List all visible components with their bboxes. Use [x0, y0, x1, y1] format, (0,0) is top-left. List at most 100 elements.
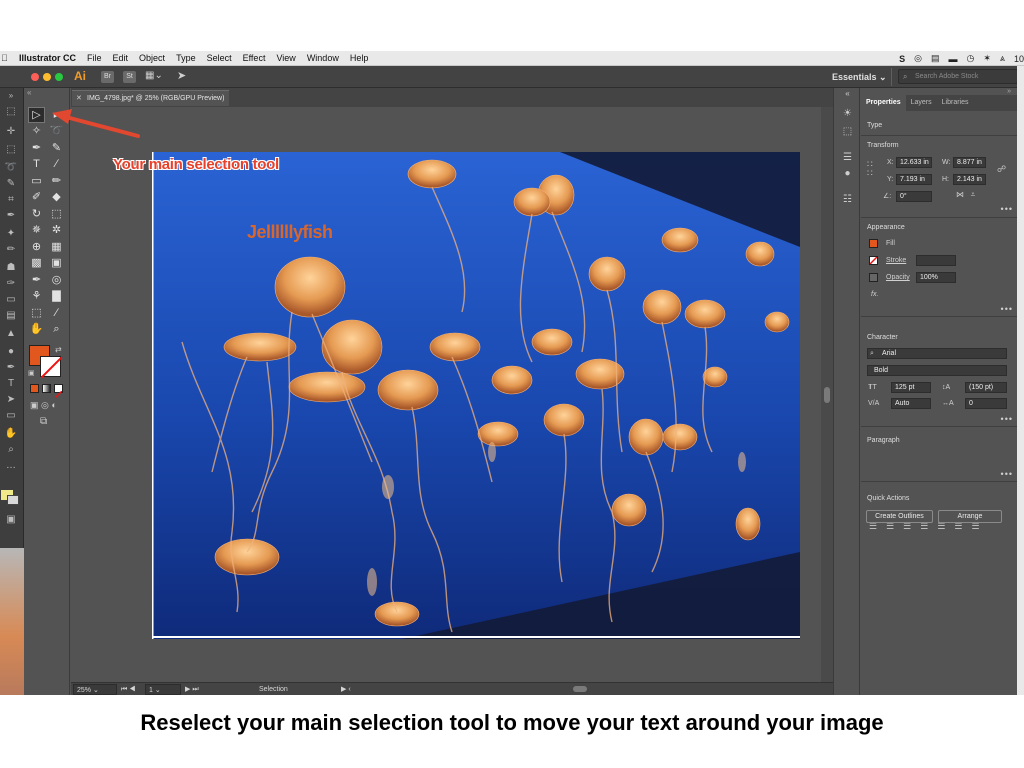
mesh-tool-icon[interactable]: ▩: [29, 256, 44, 270]
blur-icon[interactable]: ▲: [4, 328, 18, 340]
stock-search-input[interactable]: ⌕ Search Adobe Stock: [898, 69, 1018, 84]
zoom-window-icon[interactable]: [55, 73, 63, 81]
character-more-options-icon[interactable]: •••: [1001, 414, 1013, 424]
shape-builder-tool-icon[interactable]: ⊕: [29, 240, 44, 254]
slice-tool-icon[interactable]: ∕: [49, 306, 64, 320]
app-menu-name[interactable]: Illustrator CC: [19, 53, 76, 63]
opacity-field[interactable]: 100%: [916, 272, 956, 283]
lasso-icon[interactable]: ➰: [4, 162, 18, 174]
brush-icon[interactable]: ✎: [4, 178, 18, 190]
text-icon[interactable]: T: [4, 378, 18, 390]
selection-tool-icon[interactable]: ▷: [28, 107, 45, 123]
scroll-thumb[interactable]: [824, 387, 830, 403]
zoom-tool-icon[interactable]: ⌕: [49, 322, 64, 336]
gradient-tool-icon[interactable]: ▣: [49, 256, 64, 270]
collapse-icon[interactable]: »: [4, 90, 18, 102]
curvature-tool-icon[interactable]: ✎: [49, 141, 64, 155]
color-mode-button[interactable]: [30, 384, 39, 393]
time-machine-icon[interactable]: ◷: [967, 53, 975, 64]
wifi-icon[interactable]: ⩓: [1000, 53, 1005, 64]
export-icon[interactable]: ⬚: [841, 126, 854, 138]
transform-more-options-icon[interactable]: •••: [1001, 204, 1013, 214]
apple-icon[interactable]: : [1, 53, 9, 63]
none-mode-button[interactable]: [54, 384, 63, 399]
stroke-label[interactable]: Stroke: [886, 255, 906, 266]
dodge-icon[interactable]: ●: [4, 346, 18, 358]
close-window-icon[interactable]: [31, 73, 39, 81]
eyedropper-icon[interactable]: ✒: [4, 210, 18, 222]
document-tab[interactable]: ✕ IMG_4798.jpg* @ 25% (RGB/GPU Preview): [72, 90, 229, 106]
menu-type[interactable]: Type: [176, 53, 196, 63]
fx-button[interactable]: fx.: [871, 289, 878, 300]
artboard-jellyfish-text[interactable]: Jellllllyfish: [247, 222, 333, 243]
shape-icon[interactable]: ▭: [4, 410, 18, 422]
dock-collapse-icon[interactable]: «: [841, 88, 854, 100]
paintbrush-tool-icon[interactable]: ✏: [49, 174, 64, 188]
minimize-window-icon[interactable]: [43, 73, 51, 81]
reference-point-icon[interactable]: ∷ ∷: [867, 160, 873, 178]
opacity-label[interactable]: Opacity: [886, 272, 910, 283]
hand-tool-icon[interactable]: ✋: [29, 322, 44, 336]
menu-window[interactable]: Window: [307, 53, 339, 63]
tab-properties[interactable]: Properties: [861, 95, 906, 111]
menu-effect[interactable]: Effect: [243, 53, 266, 63]
background-color-chip[interactable]: [7, 495, 19, 505]
lasso-tool-icon[interactable]: ➰: [49, 124, 64, 138]
eraser-tool-icon[interactable]: ◆: [49, 190, 64, 204]
stamp-icon[interactable]: ☗: [4, 262, 18, 274]
eraser-icon[interactable]: ▭: [4, 294, 18, 306]
next-artboard-icon[interactable]: ▶ ⏭: [185, 684, 199, 695]
puppet-warp-tool-icon[interactable]: ✲: [49, 223, 64, 237]
pen-tool-icon[interactable]: ✒: [29, 141, 44, 155]
x-position-field[interactable]: 12.633 in: [896, 157, 932, 168]
libraries-icon[interactable]: ☀: [841, 108, 854, 120]
font-style-dropdown[interactable]: Bold: [867, 365, 1007, 376]
shaper-tool-icon[interactable]: ✐: [29, 190, 44, 204]
artboard-icon[interactable]: ⬚: [4, 106, 18, 118]
menu-select[interactable]: Select: [207, 53, 232, 63]
horizontal-scroll-thumb[interactable]: [573, 686, 587, 692]
rotate-tool-icon[interactable]: ↻: [29, 207, 44, 221]
height-field[interactable]: 2.143 in: [953, 174, 986, 185]
draw-mode-icon[interactable]: ▣ ◎ ◐: [30, 400, 57, 411]
paragraph-more-options-icon[interactable]: •••: [1001, 469, 1013, 479]
stroke-swatch[interactable]: [869, 256, 878, 265]
constrain-proportions-icon[interactable]: ☍: [997, 164, 1006, 175]
tracking-field[interactable]: 0: [965, 398, 1007, 409]
menu-file[interactable]: File: [87, 53, 102, 63]
menu-object[interactable]: Object: [139, 53, 165, 63]
tab-libraries[interactable]: Libraries: [937, 95, 974, 111]
drive-icon[interactable]: ▤: [931, 53, 940, 64]
appearance-more-options-icon[interactable]: •••: [1001, 304, 1013, 314]
pathfinder-icon[interactable]: ●: [841, 168, 854, 180]
create-outlines-button[interactable]: Create Outlines: [866, 510, 933, 523]
screen-mode-icon[interactable]: ⧉: [40, 416, 47, 427]
symbol-sprayer-tool-icon[interactable]: ⚘: [29, 289, 44, 303]
menu-view[interactable]: View: [276, 53, 295, 63]
menu-help[interactable]: Help: [350, 53, 369, 63]
swap-fill-stroke-icon[interactable]: ⇄: [55, 345, 62, 354]
pen-icon[interactable]: ✒: [4, 362, 18, 374]
toolbar-collapse-icon[interactable]: «: [27, 88, 31, 97]
history-brush-icon[interactable]: ✑: [4, 278, 18, 290]
canvas-area[interactable]: Jellllllyfish: [71, 107, 821, 685]
y-position-field[interactable]: 7.193 in: [896, 174, 932, 185]
bridge-button[interactable]: Br: [101, 71, 114, 83]
creative-cloud-icon[interactable]: ◎: [914, 53, 922, 64]
font-family-dropdown[interactable]: Arial: [867, 348, 1007, 359]
line-tool-icon[interactable]: ∕: [49, 157, 64, 171]
font-size-field[interactable]: 125 pt: [891, 382, 931, 393]
eyedropper-tool-icon[interactable]: ✒: [29, 273, 44, 287]
fill-swatch[interactable]: [869, 239, 878, 248]
skype-icon[interactable]: S: [899, 54, 905, 64]
transform-icon[interactable]: ☷: [841, 194, 854, 206]
panel-collapse-icon[interactable]: »: [1007, 88, 1011, 95]
artboard-tool-icon[interactable]: ⬚: [29, 306, 44, 320]
width-field[interactable]: 8.877 in: [953, 157, 986, 168]
vertical-scrollbar[interactable]: [821, 107, 833, 685]
gradient-icon[interactable]: ▤: [4, 310, 18, 322]
blend-tool-icon[interactable]: ◎: [49, 273, 64, 287]
close-tab-icon[interactable]: ✕: [76, 91, 82, 106]
display-icon[interactable]: ▬: [949, 54, 958, 64]
first-artboard-icon[interactable]: ⏮ ◀: [121, 684, 136, 695]
